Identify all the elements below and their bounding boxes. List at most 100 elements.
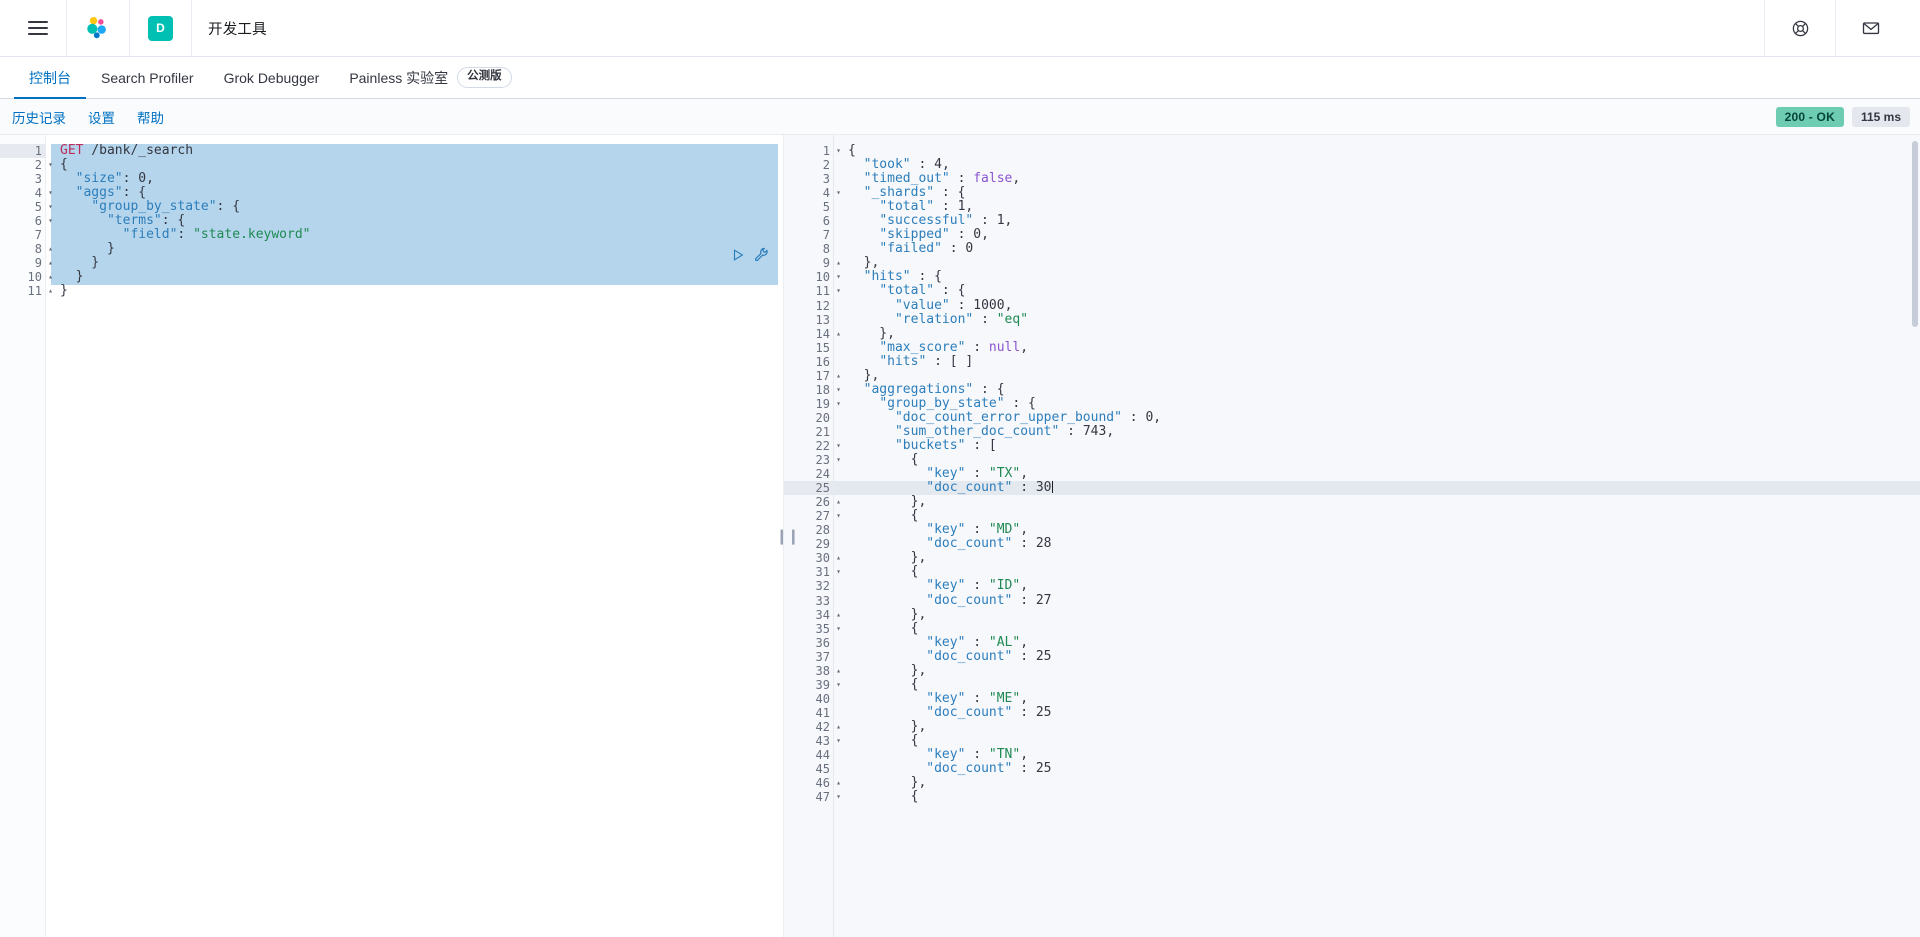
fold-toggle-icon[interactable]: ▾ [834, 622, 843, 636]
history-button[interactable]: 历史记录 [12, 107, 66, 127]
code-line[interactable]: 7 "field": "state.keyword" [0, 228, 783, 243]
code-line[interactable]: 16 "hits" : [ ] [784, 354, 1920, 369]
code-line[interactable]: 36 "key" : "AL", [784, 635, 1920, 650]
code-line[interactable]: 44 "key" : "TN", [784, 748, 1920, 763]
fold-toggle-icon[interactable]: ▴ [834, 369, 843, 383]
code-line[interactable]: 39 ▾ { [784, 677, 1920, 692]
fold-toggle-icon[interactable]: ▴ [834, 495, 843, 509]
code-line[interactable]: 11 ▴} [0, 284, 783, 299]
code-line[interactable]: 3 "size": 0, [0, 172, 783, 187]
code-line[interactable]: 38 ▴ }, [784, 663, 1920, 678]
request-editor-pane[interactable]: 1 GET /bank/_search 2 ▾{3 "size": 0, 4 ▾ "agg… [0, 135, 783, 937]
response-vertical-scrollbar[interactable] [1911, 139, 1919, 933]
code-line[interactable]: 29 "doc_count" : 28 [784, 537, 1920, 552]
code-line[interactable]: 3 "timed_out" : false, [784, 172, 1920, 187]
code-line[interactable]: 5 ▾ "group_by_state": { [0, 200, 783, 215]
fold-toggle-icon[interactable]: ▾ [46, 200, 55, 214]
tab-painless-lab[interactable]: Painless 实验室 公测版 [334, 57, 526, 98]
fold-toggle-icon[interactable]: ▾ [834, 144, 843, 158]
code-line[interactable]: 19 ▾ "group_by_state" : { [784, 396, 1920, 411]
fold-toggle-icon[interactable]: ▾ [834, 383, 843, 397]
code-line[interactable]: 13 "relation" : "eq" [784, 312, 1920, 327]
fold-toggle-icon[interactable]: ▴ [834, 664, 843, 678]
code-line[interactable]: 14 ▴ }, [784, 326, 1920, 341]
fold-toggle-icon[interactable]: ▴ [834, 256, 843, 270]
code-line[interactable]: 40 "key" : "ME", [784, 691, 1920, 706]
fold-toggle-icon[interactable]: ▴ [46, 284, 55, 298]
code-line[interactable]: 42 ▴ }, [784, 719, 1920, 734]
fold-toggle-icon[interactable]: ▾ [834, 734, 843, 748]
help-lifebuoy-icon[interactable] [1783, 11, 1817, 45]
code-line[interactable]: 26 ▴ }, [784, 495, 1920, 510]
code-line[interactable]: 12 "value" : 1000, [784, 298, 1920, 313]
code-line[interactable]: 18 ▾ "aggregations" : { [784, 382, 1920, 397]
code-line[interactable]: 9 ▴ }, [784, 256, 1920, 271]
request-horizontal-scrollbar[interactable] [46, 929, 777, 936]
fold-toggle-icon[interactable]: ▾ [834, 284, 843, 298]
code-line[interactable]: 1 GET /bank/_search [0, 144, 783, 159]
code-line[interactable]: 46 ▴ }, [784, 776, 1920, 791]
code-line[interactable]: 1 ▾ { [784, 144, 1920, 159]
fold-toggle-icon[interactable]: ▾ [834, 565, 843, 579]
fold-toggle-icon[interactable]: ▾ [834, 453, 843, 467]
code-line[interactable]: 5 "total" : 1, [784, 200, 1920, 215]
code-line[interactable]: 25 "doc_count" : 30 [784, 481, 1920, 496]
fold-toggle-icon[interactable]: ▴ [46, 270, 55, 284]
fold-toggle-icon[interactable]: ▾ [46, 186, 55, 200]
code-line[interactable]: 22 ▾ "buckets" : [ [784, 439, 1920, 454]
fold-toggle-icon[interactable]: ▾ [834, 270, 843, 284]
fold-toggle-icon[interactable]: ▴ [834, 776, 843, 790]
play-triangle-icon[interactable] [731, 248, 745, 267]
code-line[interactable]: 28 "key" : "MD", [784, 523, 1920, 538]
code-line[interactable]: 35 ▾ { [784, 621, 1920, 636]
code-line[interactable]: 15 "max_score" : null, [784, 340, 1920, 355]
code-line[interactable]: 8 ▴ } [0, 242, 783, 257]
settings-button[interactable]: 设置 [88, 107, 115, 127]
code-line[interactable]: 23 ▾ { [784, 453, 1920, 468]
fold-toggle-icon[interactable]: ▾ [834, 509, 843, 523]
code-line[interactable]: 33 "doc_count" : 27 [784, 593, 1920, 608]
response-editor-code[interactable]: 1 ▾{2 "took" : 4, 3 "timed_out" : false, 4 ▾… [784, 135, 1920, 804]
code-line[interactable]: 10 ▴ } [0, 270, 783, 285]
wrench-icon[interactable] [754, 247, 769, 267]
code-line[interactable]: 24 "key" : "TX", [784, 467, 1920, 482]
response-editor-pane[interactable]: 1 ▾{2 "took" : 4, 3 "timed_out" : false, 4 ▾… [783, 135, 1920, 937]
code-line[interactable]: 9 ▴ } [0, 256, 783, 271]
fold-toggle-icon[interactable]: ▾ [834, 439, 843, 453]
code-line[interactable]: 10 ▾ "hits" : { [784, 270, 1920, 285]
hamburger-menu-icon[interactable] [28, 20, 48, 36]
code-line[interactable]: 27 ▾ { [784, 509, 1920, 524]
fold-toggle-icon[interactable]: ▾ [834, 678, 843, 692]
tab-grok-debugger[interactable]: Grok Debugger [209, 57, 335, 98]
code-line[interactable]: 37 "doc_count" : 25 [784, 649, 1920, 664]
code-line[interactable]: 45 "doc_count" : 25 [784, 762, 1920, 777]
code-line[interactable]: 4 ▾ "_shards" : { [784, 186, 1920, 201]
help-button[interactable]: 帮助 [137, 107, 164, 127]
fold-toggle-icon[interactable]: ▴ [834, 608, 843, 622]
nav-menu-button[interactable] [10, 0, 67, 56]
code-line[interactable]: 31 ▾ { [784, 565, 1920, 580]
code-line[interactable]: 30 ▴ }, [784, 551, 1920, 566]
code-line[interactable]: 11 ▾ "total" : { [784, 284, 1920, 299]
fold-toggle-icon[interactable]: ▴ [46, 256, 55, 270]
fold-toggle-icon[interactable]: ▴ [46, 242, 55, 256]
fold-toggle-icon[interactable]: ▾ [834, 186, 843, 200]
code-line[interactable]: 32 "key" : "ID", [784, 579, 1920, 594]
code-line[interactable]: 41 "doc_count" : 25 [784, 705, 1920, 720]
tab-search-profiler[interactable]: Search Profiler [86, 57, 209, 98]
code-line[interactable]: 17 ▴ }, [784, 368, 1920, 383]
fold-toggle-icon[interactable]: ▾ [834, 790, 843, 804]
request-editor-code[interactable]: 1 GET /bank/_search 2 ▾{3 "size": 0, 4 ▾ "agg… [0, 135, 783, 299]
code-line[interactable]: 4 ▾ "aggs": { [0, 186, 783, 201]
code-line[interactable]: 34 ▴ }, [784, 607, 1920, 622]
envelope-icon[interactable] [1854, 11, 1888, 45]
fold-toggle-icon[interactable]: ▴ [834, 327, 843, 341]
tab-console[interactable]: 控制台 [14, 57, 86, 99]
code-line[interactable]: 20 "doc_count_error_upper_bound" : 0, [784, 410, 1920, 425]
fold-toggle-icon[interactable]: ▴ [834, 720, 843, 734]
elastic-home-link[interactable] [67, 0, 130, 56]
code-line[interactable]: 8 "failed" : 0 [784, 242, 1920, 257]
code-line[interactable]: 47 ▾ { [784, 790, 1920, 805]
space-selector-button[interactable]: D [130, 0, 192, 56]
code-line[interactable]: 6 ▾ "terms": { [0, 214, 783, 229]
